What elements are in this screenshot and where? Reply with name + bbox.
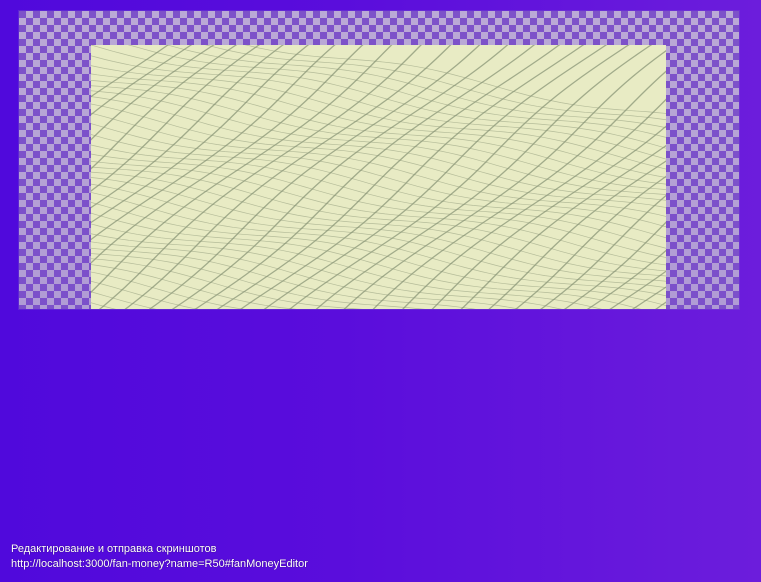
guilloche-pattern: [91, 45, 666, 309]
status-url-link[interactable]: http://localhost:3000/fan-money?name=R50…: [11, 558, 308, 570]
status-title: Редактирование и отправка скриншотов: [11, 543, 217, 555]
banknote-preview[interactable]: [91, 45, 666, 309]
transparent-canvas-frame: [19, 11, 739, 309]
status-info: Редактирование и отправка скриншотов htt…: [11, 542, 308, 572]
